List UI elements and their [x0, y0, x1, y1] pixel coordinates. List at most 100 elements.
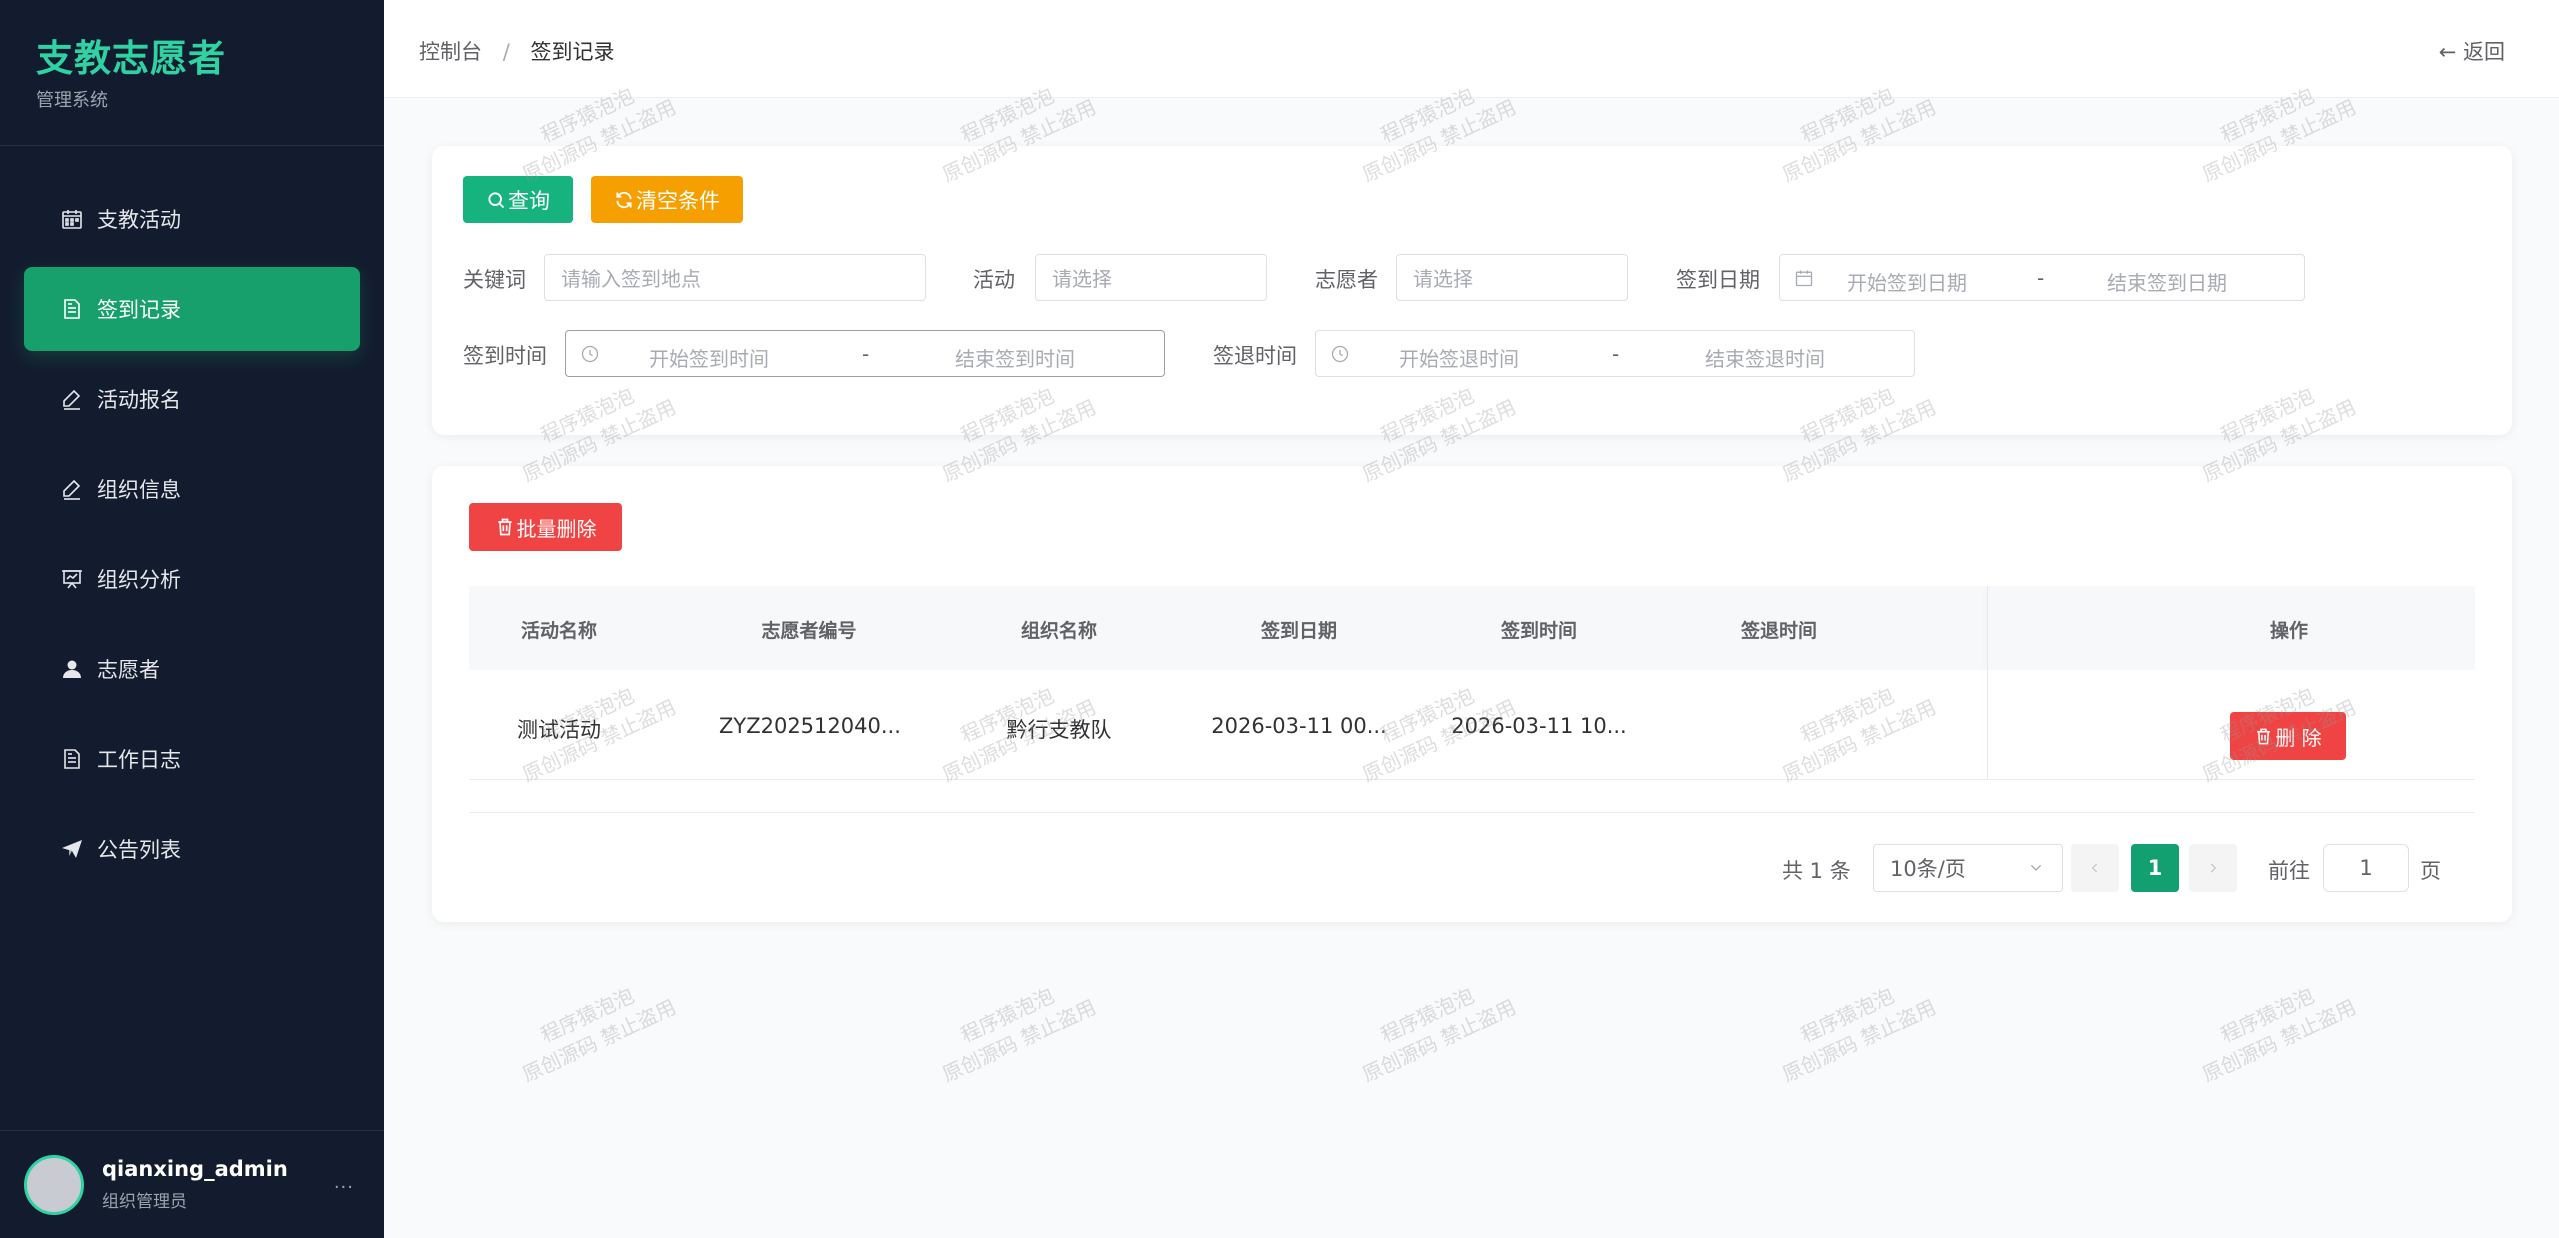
activity-select[interactable]: 请选择: [1035, 254, 1267, 301]
calendar-icon: [1794, 268, 1814, 288]
sidebar-item-label: 公告列表: [97, 838, 181, 862]
sidebar-item-label: 工作日志: [97, 748, 181, 772]
range-separator: -: [2037, 266, 2045, 290]
next-page-button[interactable]: [2189, 844, 2237, 892]
user-info: qianxing_admin 组织管理员: [102, 1157, 288, 1212]
table-divider: [469, 812, 2475, 813]
watermark-line2: 原创源码 禁止盗用: [938, 994, 1100, 1087]
trash-icon: [497, 518, 512, 536]
chevron-right-icon: [2210, 863, 2217, 873]
page-suffix: 页: [2420, 859, 2441, 883]
page-number-current[interactable]: 1: [2131, 844, 2179, 892]
records-table-panel: 批量删除 活动名称 志愿者编号 组织名称 签到日期 签到时间 签退时间 操作 测…: [432, 466, 2512, 922]
prev-page-button[interactable]: [2071, 844, 2119, 892]
goto-page-input[interactable]: 1: [2323, 844, 2409, 892]
column-header-volunteer-no[interactable]: 志愿者编号: [729, 616, 889, 643]
user-icon: [60, 657, 84, 681]
chevron-down-icon: [2030, 864, 2042, 871]
delete-label: 删 除: [2275, 725, 2322, 750]
breadcrumb-current: 签到记录: [530, 40, 615, 64]
sidebar-item-activities[interactable]: 支教活动: [24, 177, 360, 261]
filter-panel: 查询 清空条件 关键词 请输入签到地点 活动 请选择 志愿者 请选择 签到日期 …: [432, 146, 2512, 435]
sidebar-item-label: 志愿者: [97, 658, 160, 682]
watermark-line1: 程序猿泡泡: [1376, 983, 1478, 1048]
sign-date-end[interactable]: 结束签到日期: [2107, 267, 2227, 296]
watermark: 程序猿泡泡 原创源码 禁止盗用: [1766, 967, 1940, 1088]
watermark-line2: 原创源码 禁止盗用: [1778, 994, 1940, 1087]
breadcrumb-dashboard[interactable]: 控制台: [419, 40, 482, 64]
sign-time-start[interactable]: 开始签到时间: [649, 343, 769, 372]
batch-delete-label: 批量删除: [516, 516, 597, 541]
volunteer-select[interactable]: 请选择: [1396, 254, 1628, 301]
trash-icon: [2257, 728, 2271, 744]
column-header-sign-date[interactable]: 签到日期: [1229, 616, 1369, 643]
cell-activity: 测试活动: [517, 718, 601, 742]
signout-time-range-picker[interactable]: 开始签退时间 - 结束签退时间: [1315, 330, 1915, 377]
more-options-button[interactable]: ···: [334, 1177, 354, 1198]
range-separator: -: [862, 342, 870, 366]
column-header-signout-time[interactable]: 签退时间: [1709, 616, 1849, 643]
column-header-actions: 操作: [2269, 620, 2308, 642]
sidebar-item-registration[interactable]: 活动报名: [24, 357, 360, 441]
table-header: 活动名称 志愿者编号 组织名称 签到日期 签到时间 签退时间 操作: [469, 586, 2475, 670]
query-label: 查询: [508, 188, 550, 213]
cell-org: 黔行支教队: [1006, 718, 1112, 742]
page-size-value: 10条/页: [1890, 857, 1966, 881]
column-header-sign-time[interactable]: 签到时间: [1469, 616, 1609, 643]
watermark-line1: 程序猿泡泡: [536, 983, 638, 1048]
sidebar-menu: 支教活动 签到记录 活动报名 组织信息 组织分析 志愿者 工作日志 公告列表: [0, 146, 384, 891]
query-button[interactable]: 查询: [463, 176, 573, 223]
brand-subtitle: 管理系统: [36, 90, 108, 111]
batch-delete-button[interactable]: 批量删除: [469, 503, 622, 551]
document-icon: [60, 747, 84, 771]
brand: 支教志愿者 管理系统: [0, 0, 384, 146]
table-row[interactable]: 测试活动 ZYZ202512040... 黔行支教队 2026-03-11 00…: [469, 670, 2475, 780]
sign-time-label: 签到时间: [463, 344, 547, 368]
sidebar-item-announcements[interactable]: 公告列表: [24, 807, 360, 891]
sign-date-range-picker[interactable]: 开始签到日期 - 结束签到日期: [1779, 254, 2305, 301]
keyword-input[interactable]: 请输入签到地点: [544, 254, 926, 301]
watermark: 程序猿泡泡 原创源码 禁止盗用: [2186, 967, 2360, 1088]
cell-sign-time: 2026-03-11 10...: [1451, 714, 1627, 738]
column-header-activity[interactable]: 活动名称: [499, 616, 619, 643]
watermark: 程序猿泡泡 原创源码 禁止盗用: [506, 967, 680, 1088]
signout-time-start[interactable]: 开始签退时间: [1399, 343, 1519, 372]
watermark: 程序猿泡泡 原创源码 禁止盗用: [926, 967, 1100, 1088]
avatar: [24, 1154, 84, 1215]
volunteer-label: 志愿者: [1315, 268, 1378, 292]
user-profile[interactable]: qianxing_admin 组织管理员 ···: [0, 1130, 384, 1238]
search-icon: [488, 191, 505, 208]
cell-volunteer-no: ZYZ202512040...: [719, 714, 901, 738]
sidebar-item-label: 签到记录: [97, 298, 181, 322]
signout-time-label: 签退时间: [1213, 344, 1297, 368]
sidebar-item-org-info[interactable]: 组织信息: [24, 447, 360, 531]
sidebar-item-work-logs[interactable]: 工作日志: [24, 717, 360, 801]
page-size-select[interactable]: 10条/页: [1873, 844, 2063, 892]
clock-icon: [1330, 344, 1350, 364]
sidebar-item-volunteers[interactable]: 志愿者: [24, 627, 360, 711]
clear-label: 清空条件: [636, 188, 720, 213]
sidebar-item-org-analysis[interactable]: 组织分析: [24, 537, 360, 621]
user-role: 组织管理员: [102, 1192, 187, 1212]
sign-time-end[interactable]: 结束签到时间: [955, 343, 1075, 372]
range-separator: -: [1612, 342, 1620, 366]
breadcrumb-separator: /: [502, 40, 510, 64]
goto-label: 前往: [2268, 859, 2310, 883]
breadcrumb: 控制台 / 签到记录: [419, 36, 614, 66]
chevron-left-icon: [2091, 863, 2098, 873]
sidebar-item-label: 组织信息: [97, 478, 181, 502]
cell-sign-date: 2026-03-11 00...: [1211, 714, 1387, 738]
sidebar-item-signin-records[interactable]: 签到记录: [24, 267, 360, 351]
back-button[interactable]: ← 返回: [2439, 36, 2505, 66]
sign-date-start[interactable]: 开始签到日期: [1847, 267, 1967, 296]
watermark-line1: 程序猿泡泡: [2216, 983, 2318, 1048]
clear-filters-button[interactable]: 清空条件: [591, 176, 743, 223]
delete-row-button[interactable]: 删 除: [2230, 712, 2346, 760]
sign-time-range-picker[interactable]: 开始签到时间 - 结束签到时间: [565, 330, 1165, 377]
brand-title: 支教志愿者: [36, 37, 226, 80]
column-header-org[interactable]: 组织名称: [989, 616, 1129, 643]
watermark-line1: 程序猿泡泡: [956, 983, 1058, 1048]
refresh-icon: [616, 191, 632, 208]
sidebar-item-label: 活动报名: [97, 388, 181, 412]
signout-time-end[interactable]: 结束签退时间: [1705, 343, 1825, 372]
